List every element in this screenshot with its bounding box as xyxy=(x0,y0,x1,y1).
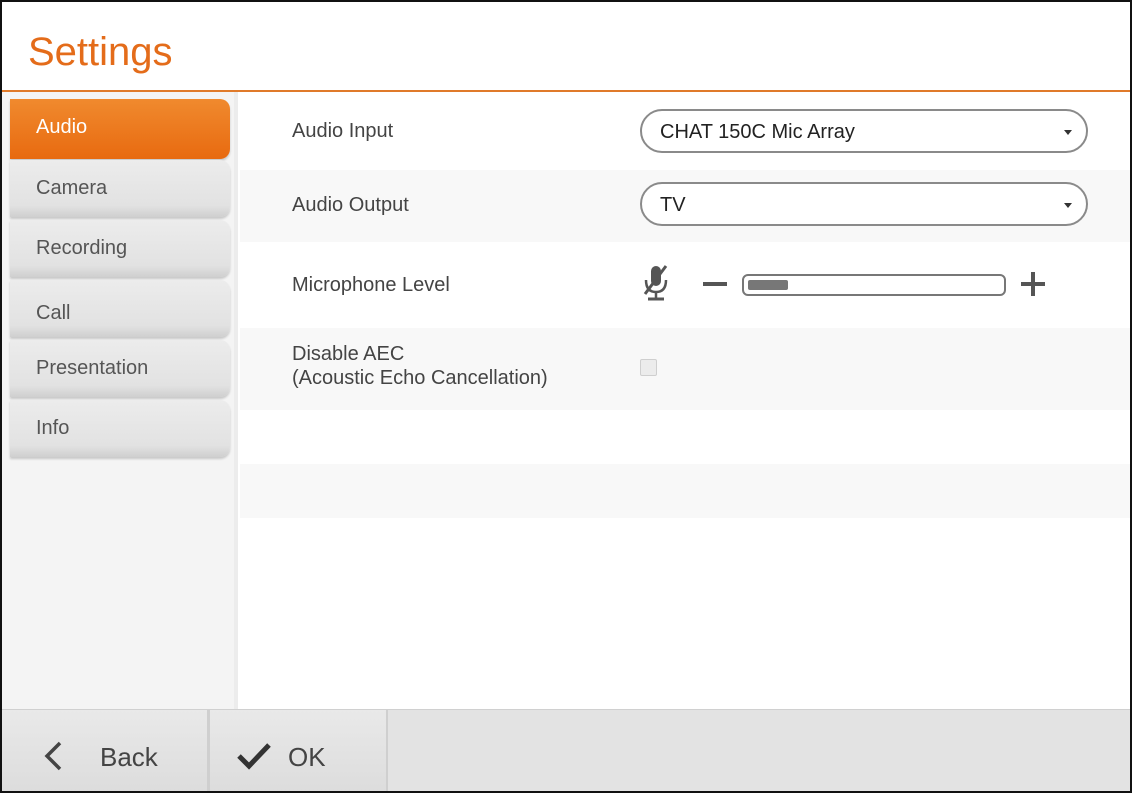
checkmark-icon xyxy=(237,743,271,770)
back-button[interactable]: Back xyxy=(2,710,207,791)
audio-settings-panel: Audio Input CHAT 150C Mic Array Audio Ou… xyxy=(240,92,1130,709)
row-empty xyxy=(240,410,1130,464)
microphone-level-slider[interactable] xyxy=(742,274,1006,296)
sidebar-item-call[interactable]: Call xyxy=(10,280,230,337)
ok-button[interactable]: OK xyxy=(210,710,388,791)
chevron-left-icon xyxy=(44,741,62,771)
microphone-level-fill xyxy=(748,280,788,290)
page-title: Settings xyxy=(28,30,173,74)
row-empty xyxy=(240,518,1130,574)
disable-aec-label: Disable AEC (Acoustic Echo Cancellation) xyxy=(292,342,548,390)
audio-input-label: Audio Input xyxy=(292,120,394,142)
sidebar-item-label: Call xyxy=(36,302,71,324)
settings-window: Settings Audio Camera Recording Call Pre… xyxy=(0,0,1132,793)
sidebar-item-label: Info xyxy=(36,417,70,439)
row-empty xyxy=(240,464,1130,518)
sidebar-item-label: Presentation xyxy=(36,357,149,379)
audio-output-label: Audio Output xyxy=(292,194,409,216)
header: Settings xyxy=(2,2,1130,92)
disable-aec-label-line2: (Acoustic Echo Cancellation) xyxy=(292,367,548,389)
ok-button-label: OK xyxy=(288,742,326,772)
decrease-level-button[interactable] xyxy=(700,269,730,299)
disable-aec-label-line1: Disable AEC xyxy=(292,343,405,365)
chevron-down-icon xyxy=(1064,203,1072,208)
footer-bar: Back OK xyxy=(2,709,1130,791)
back-button-label: Back xyxy=(100,742,158,772)
audio-input-value: CHAT 150C Mic Array xyxy=(660,121,855,143)
increase-level-button[interactable] xyxy=(1018,269,1048,299)
microphone-level-label: Microphone Level xyxy=(292,274,450,296)
sidebar: Audio Camera Recording Call Presentation… xyxy=(2,92,238,709)
audio-output-select[interactable]: TV xyxy=(640,182,1088,226)
disable-aec-checkbox[interactable] xyxy=(640,359,657,376)
sidebar-item-camera[interactable]: Camera xyxy=(10,160,230,217)
audio-output-value: TV xyxy=(660,194,686,216)
chevron-down-icon xyxy=(1064,130,1072,135)
sidebar-item-label: Recording xyxy=(36,237,128,259)
audio-input-select[interactable]: CHAT 150C Mic Array xyxy=(640,109,1088,153)
sidebar-item-label: Audio xyxy=(36,116,88,138)
sidebar-item-recording[interactable]: Recording xyxy=(10,220,230,277)
sidebar-item-presentation[interactable]: Presentation xyxy=(10,340,230,397)
mic-muted-icon[interactable] xyxy=(642,264,670,302)
sidebar-item-audio[interactable]: Audio xyxy=(10,99,230,159)
sidebar-item-label: Camera xyxy=(36,177,108,199)
sidebar-item-info[interactable]: Info xyxy=(10,400,230,457)
